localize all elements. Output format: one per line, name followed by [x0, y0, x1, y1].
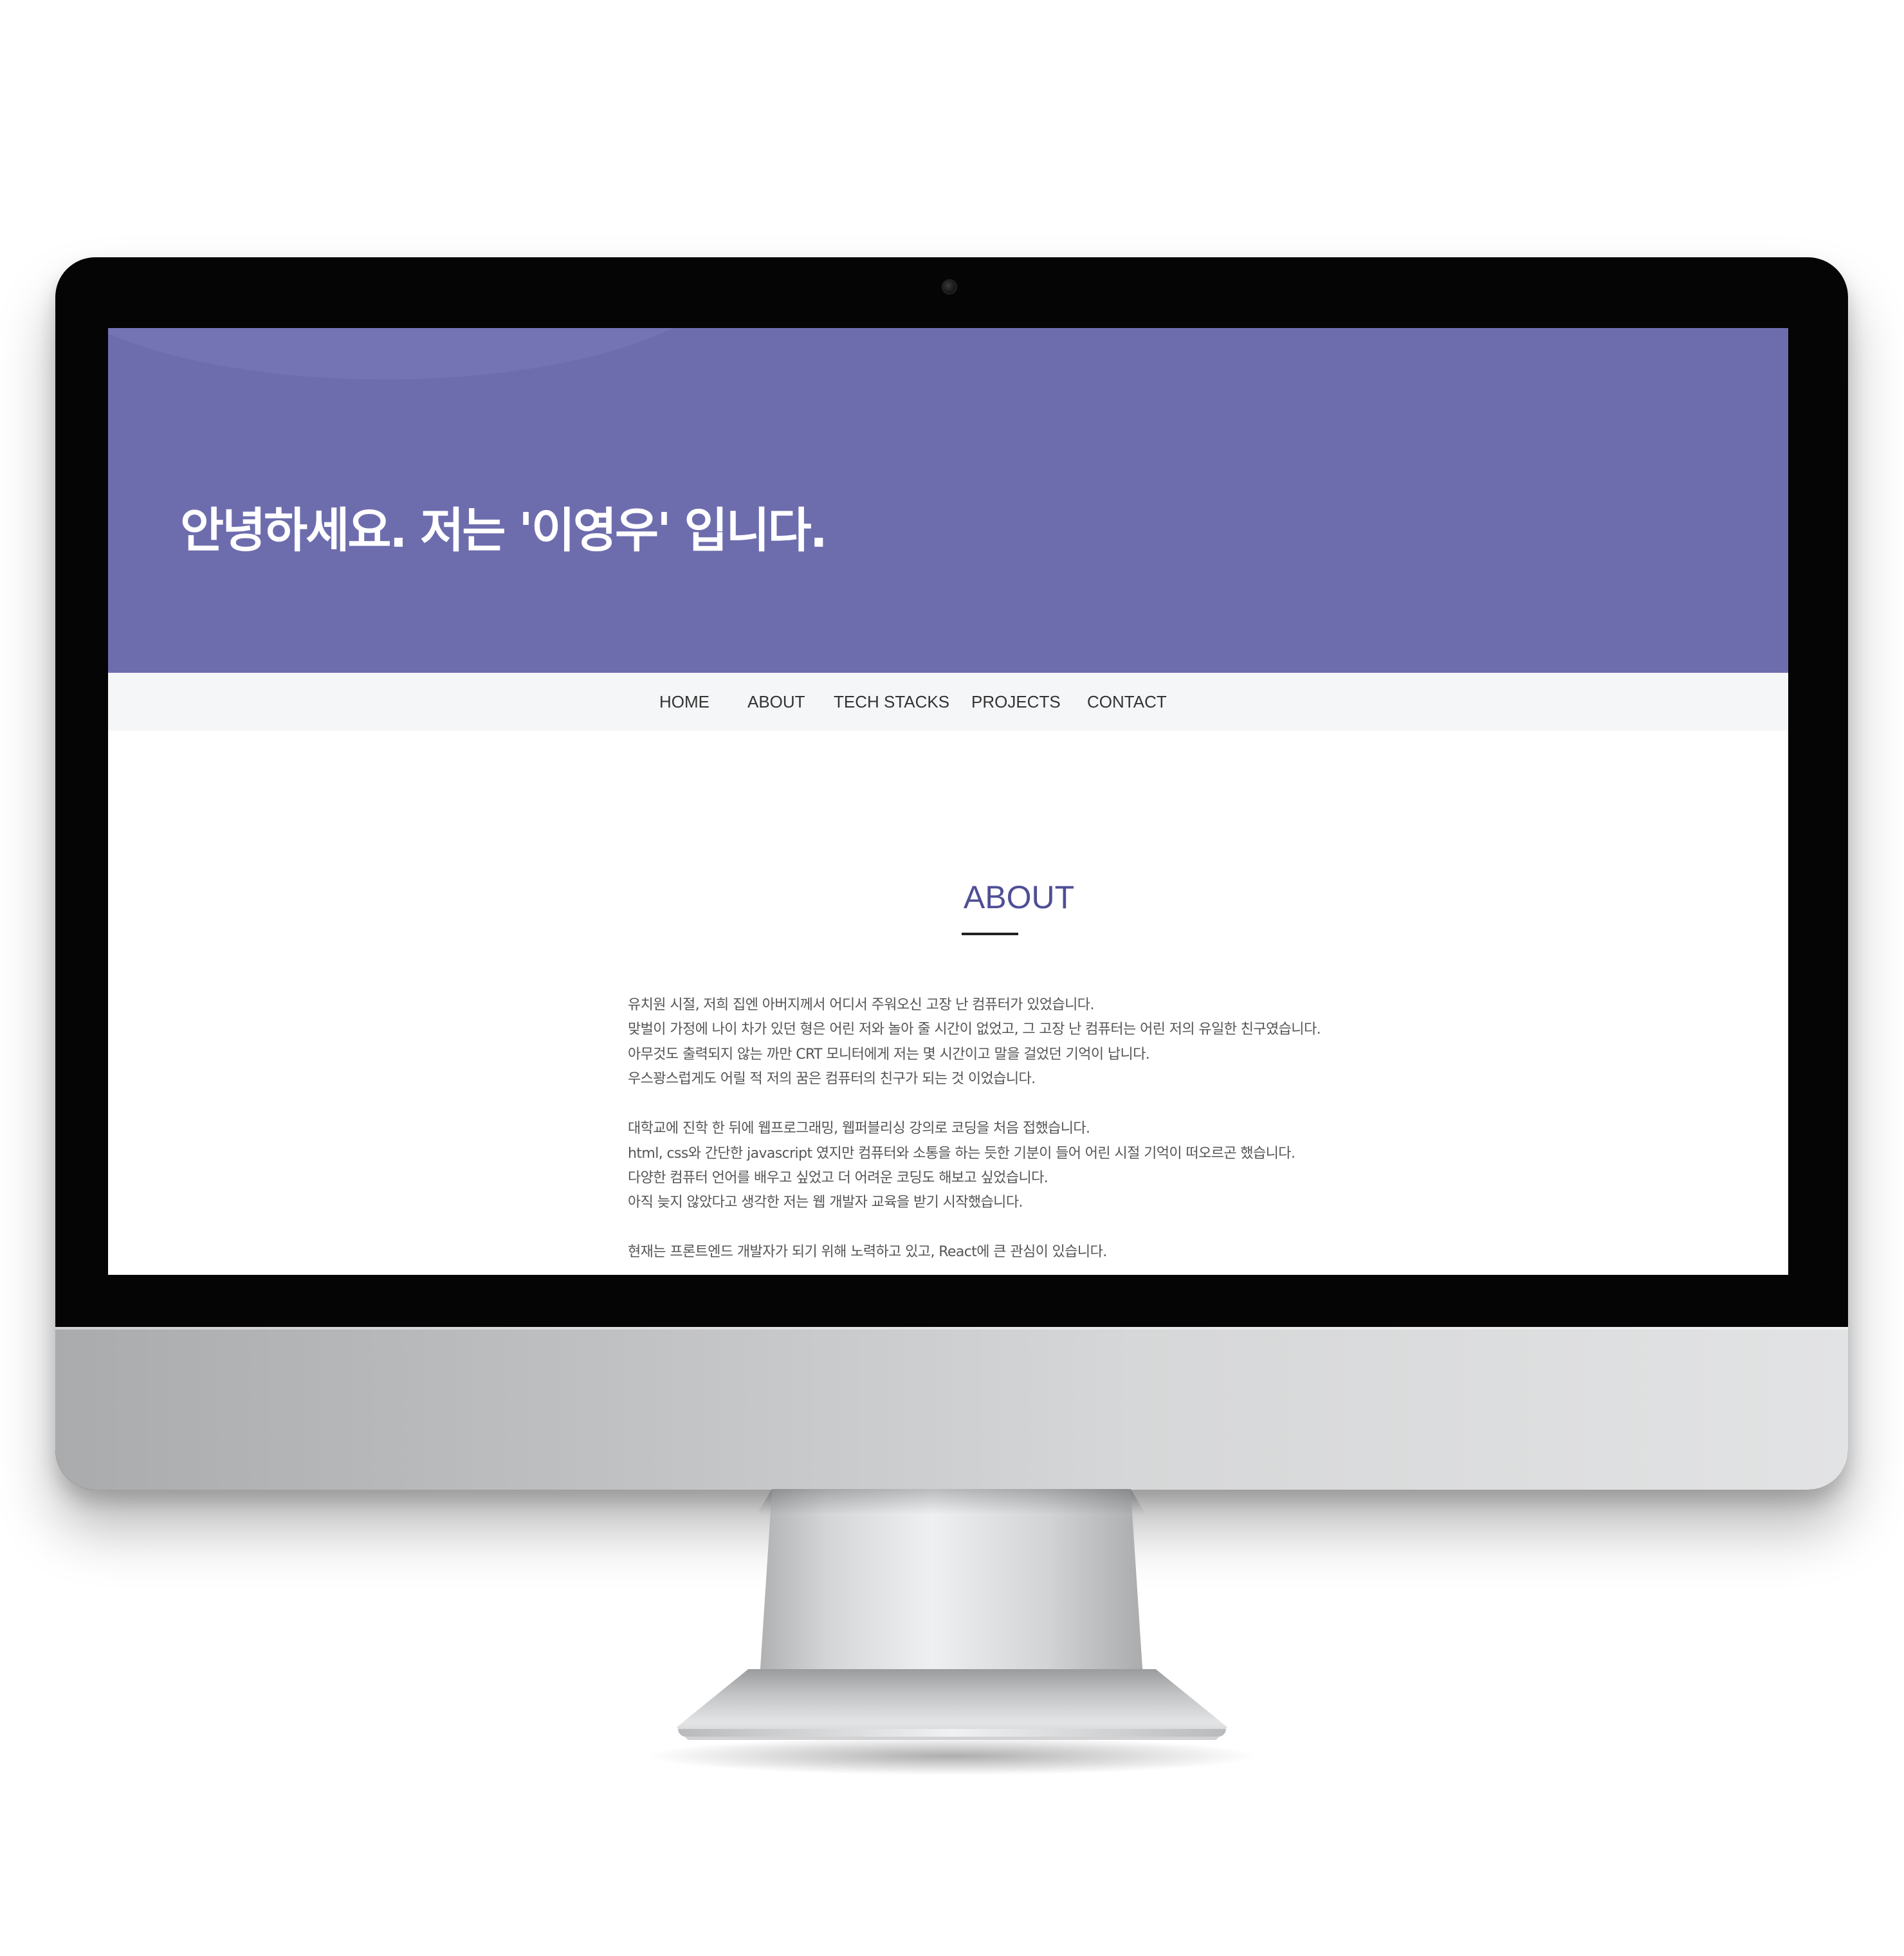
- stand-base-edge: [678, 1729, 1226, 1737]
- about-line: 대학교에 진학 한 뒤에 웹프로그래밍, 웹퍼블리싱 강의로 코딩을 처음 접했…: [628, 1120, 1090, 1137]
- monitor-chin: [55, 1327, 1848, 1490]
- about-line: 맞벌이 가정에 나이 차가 있던 형은 어린 저와 놀아 줄 시간이 없었고, …: [628, 1021, 1321, 1037]
- stand-neck-shadow: [756, 1489, 1146, 1515]
- about-line: 우스꽝스럽게도 어릴 적 저의 꿈은 컴퓨터의 친구가 되는 것 이었습니다.: [628, 1071, 1036, 1087]
- browser-viewport: 안녕하세요. 저는 '이영우' 입니다. HOME ABOUT TECH STA…: [108, 328, 1788, 1275]
- about-line: 현재는 프론트엔드 개발자가 되기 위해 노력하고 있고, React에 큰 관…: [628, 1244, 1107, 1260]
- about-line: 아무것도 출력되지 않는 까만 CRT 모니터에게 저는 몇 시간이고 말을 걸…: [628, 1047, 1150, 1063]
- hero-title: 안녕하세요. 저는 '이영우' 입니다.: [180, 503, 828, 558]
- about-line: 유치원 시절, 저희 집엔 아버지께서 어디서 주워오신 고장 난 컴퓨터가 있…: [628, 997, 1094, 1013]
- nav-about-link[interactable]: ABOUT: [747, 692, 805, 712]
- nav-tech-stacks-link[interactable]: TECH STACKS: [834, 692, 949, 712]
- nav-home-link[interactable]: HOME: [659, 692, 709, 712]
- nav-contact-link[interactable]: CONTACT: [1087, 692, 1167, 712]
- stand-base-shadow: [643, 1737, 1261, 1775]
- about-line: 다양한 컴퓨터 언어를 배우고 싶었고 더 어려운 코딩도 해보고 싶었습니다.: [628, 1170, 1048, 1186]
- about-line: html, css와 간단한 javascript 였지만 컴퓨터와 소통을 하…: [628, 1146, 1295, 1162]
- hero-wave-decoration: [108, 328, 738, 379]
- about-heading: ABOUT: [963, 879, 1075, 915]
- nav-projects-link[interactable]: PROJECTS: [971, 692, 1061, 712]
- hero-banner: 안녕하세요. 저는 '이영우' 입니다.: [108, 328, 1788, 673]
- webcam-icon: [942, 279, 957, 295]
- monitor-frame: 안녕하세요. 저는 '이영우' 입니다. HOME ABOUT TECH STA…: [55, 257, 1848, 1490]
- about-heading-underline: [962, 933, 1018, 935]
- about-line: 아직 늦지 않았다고 생각한 저는 웹 개발자 교육을 받기 시작했습니다.: [628, 1194, 1023, 1211]
- main-nav: HOME ABOUT TECH STACKS PROJECTS CONTACT: [108, 673, 1788, 731]
